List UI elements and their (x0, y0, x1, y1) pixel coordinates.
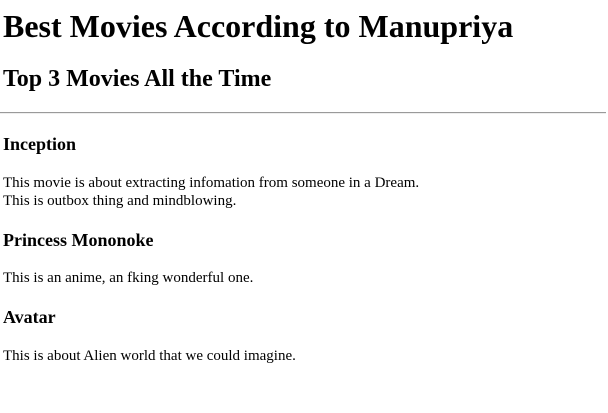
movie-description-princess-mononoke: This is an anime, an fking wonderful one… (3, 269, 253, 287)
movie-description-line: This is about Alien world that we could … (3, 348, 296, 364)
movie-title-inception: Inception (3, 134, 77, 154)
page-subtitle: Top 3 Movies All the Time (3, 66, 272, 92)
movie-description-line: This movie is about extracting infomatio… (3, 175, 420, 191)
movie-description-avatar: This is about Alien world that we could … (3, 347, 296, 365)
page: Best Movies According to Manupriya Top 3… (0, 0, 608, 413)
divider (0, 112, 606, 114)
page-title: Best Movies According to Manupriya (3, 8, 514, 44)
movie-title-princess-mononoke: Princess Mononoke (3, 230, 154, 250)
movie-description-line: This is an anime, an fking wonderful one… (3, 270, 254, 286)
movie-title-avatar: Avatar (3, 307, 56, 327)
movie-description-line: This is outbox thing and mindblowing. (3, 193, 237, 209)
movie-description-inception: This movie is about extracting infomatio… (3, 174, 419, 210)
